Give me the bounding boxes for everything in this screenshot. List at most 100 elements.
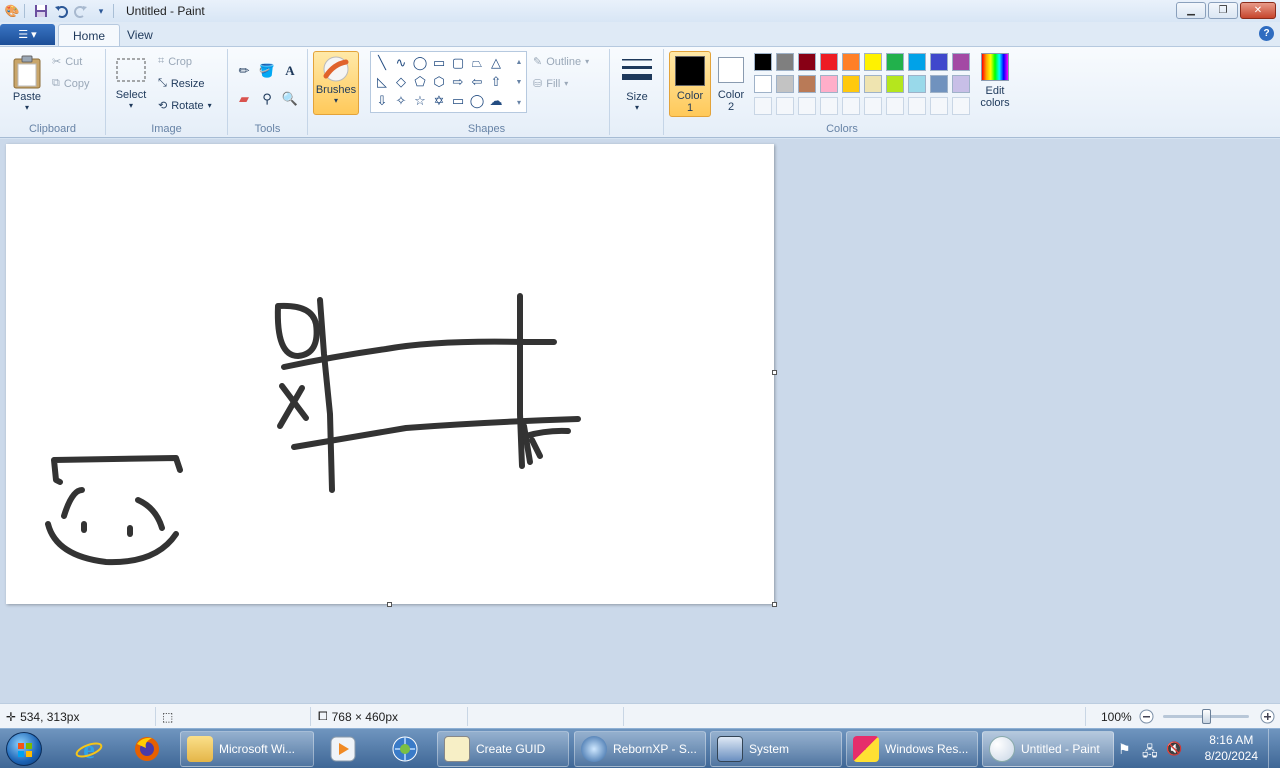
shapes-scroll-down-icon[interactable]: ▼ <box>513 73 525 92</box>
line-shape-icon[interactable]: ╲ <box>373 54 391 72</box>
resize-handle-bottom[interactable] <box>387 602 392 607</box>
oval-shape-icon[interactable]: ◯ <box>411 54 429 72</box>
paint-menu-button[interactable]: ☰ ▾ <box>0 24 55 45</box>
resize-handle-right[interactable] <box>772 370 777 375</box>
color-swatch[interactable] <box>798 75 816 93</box>
undo-icon[interactable] <box>53 3 69 19</box>
firefox-icon[interactable] <box>122 731 172 767</box>
custom-color-slot[interactable] <box>820 97 838 115</box>
color-swatch[interactable] <box>886 75 904 93</box>
curve-shape-icon[interactable]: ∿ <box>392 54 410 72</box>
color-swatch[interactable] <box>952 75 970 93</box>
paint-app-icon[interactable]: 🎨 <box>4 3 20 19</box>
color-swatch[interactable] <box>798 53 816 71</box>
pencil-icon[interactable]: ✏ <box>234 61 254 81</box>
action-center-flag-icon[interactable]: ⚑ <box>1118 741 1131 758</box>
minimize-button[interactable]: ▁ <box>1176 2 1206 19</box>
custom-color-slot[interactable] <box>754 97 772 115</box>
magnifier-icon[interactable]: 🔍 <box>280 89 300 109</box>
fill-button[interactable]: ⛁ Fill ▾ <box>533 77 568 91</box>
custom-color-slot[interactable] <box>864 97 882 115</box>
rectangle-shape-icon[interactable]: ▭ <box>430 54 448 72</box>
custom-color-slot[interactable] <box>930 97 948 115</box>
cloud-callout-shape-icon[interactable]: ☁ <box>487 92 505 110</box>
up-arrow-shape-icon[interactable]: ⇧ <box>487 73 505 91</box>
network-globe-icon[interactable] <box>380 731 430 767</box>
clock[interactable]: 8:16 AM 8/20/2024 <box>1205 732 1258 764</box>
color-swatch[interactable] <box>776 75 794 93</box>
color-swatch[interactable] <box>820 75 838 93</box>
save-icon[interactable] <box>33 3 49 19</box>
outline-button[interactable]: ✎ Outline ▾ <box>533 55 589 69</box>
diamond-shape-icon[interactable]: ◇ <box>392 73 410 91</box>
color-swatch[interactable] <box>754 75 772 93</box>
cut-button[interactable]: ✂ Cut <box>52 55 82 69</box>
zoom-slider[interactable] <box>1163 709 1249 724</box>
internet-explorer-icon[interactable]: e <box>64 731 114 767</box>
start-button[interactable] <box>6 732 42 766</box>
resize-handle-corner[interactable] <box>772 602 777 607</box>
redo-icon[interactable] <box>73 3 89 19</box>
media-player-icon[interactable] <box>318 731 368 767</box>
custom-color-slot[interactable] <box>886 97 904 115</box>
taskbar-item-explorer[interactable]: Microsoft Wi... <box>180 731 314 767</box>
color-swatch[interactable] <box>754 53 772 71</box>
rotate-button[interactable]: ⟲ Rotate ▾ <box>158 99 212 113</box>
rounded-callout-shape-icon[interactable]: ▭ <box>449 92 467 110</box>
brushes-button[interactable]: Brushes ▾ <box>313 51 359 115</box>
right-triangle-shape-icon[interactable]: ◺ <box>373 73 391 91</box>
zoom-out-icon[interactable] <box>1139 704 1154 729</box>
color2-button[interactable]: Color 2 <box>713 51 749 117</box>
select-button[interactable]: Select ▾ <box>114 57 148 110</box>
fill-bucket-icon[interactable]: 🪣 <box>257 61 277 81</box>
help-icon[interactable]: ? <box>1259 26 1274 41</box>
color-swatch[interactable] <box>930 75 948 93</box>
paste-button[interactable]: Paste ▾ <box>8 55 46 112</box>
text-tool-icon[interactable]: A <box>280 61 300 81</box>
shapes-scroll-up-icon[interactable]: ▲ <box>513 53 525 72</box>
hexagon-shape-icon[interactable]: ⬡ <box>430 73 448 91</box>
color-swatch[interactable] <box>908 53 926 71</box>
color-swatch[interactable] <box>864 53 882 71</box>
custom-color-slot[interactable] <box>952 97 970 115</box>
five-point-star-shape-icon[interactable]: ☆ <box>411 92 429 110</box>
resize-button[interactable]: ⤡ Resize <box>158 77 204 90</box>
custom-color-slot[interactable] <box>776 97 794 115</box>
network-icon[interactable]: 🖧 <box>1142 741 1158 765</box>
zoom-slider-thumb[interactable] <box>1202 709 1211 724</box>
color-picker-icon[interactable]: ⚲ <box>257 89 277 109</box>
custom-color-slot[interactable] <box>908 97 926 115</box>
show-desktop-button[interactable] <box>1268 729 1280 768</box>
rounded-rectangle-shape-icon[interactable]: ▢ <box>449 54 467 72</box>
zoom-in-icon[interactable] <box>1260 704 1275 729</box>
taskbar-item-rebornxp[interactable]: RebornXP - S... <box>574 731 706 767</box>
tab-view[interactable]: View <box>113 24 167 46</box>
taskbar-item-create-guid[interactable]: Create GUID <box>437 731 569 767</box>
down-arrow-shape-icon[interactable]: ⇩ <box>373 92 391 110</box>
volume-muted-icon[interactable]: 🔇 <box>1166 741 1182 757</box>
color-swatch[interactable] <box>952 53 970 71</box>
triangle-shape-icon[interactable]: △ <box>487 54 505 72</box>
color-swatch[interactable] <box>930 53 948 71</box>
taskbar-item-system[interactable]: System <box>710 731 842 767</box>
right-arrow-shape-icon[interactable]: ⇨ <box>449 73 467 91</box>
color-swatch[interactable] <box>886 53 904 71</box>
customize-toolbar-chevron-icon[interactable]: ▾ <box>93 3 109 19</box>
pentagon-shape-icon[interactable]: ⬠ <box>411 73 429 91</box>
eraser-icon[interactable]: ▰ <box>234 89 254 109</box>
close-button[interactable]: ✕ <box>1240 2 1276 19</box>
size-button[interactable]: Size ▾ <box>618 55 656 112</box>
edit-colors-button[interactable]: Edit colors <box>975 53 1015 115</box>
taskbar-item-paint[interactable]: Untitled - Paint <box>982 731 1114 767</box>
color-swatch[interactable] <box>842 75 860 93</box>
left-arrow-shape-icon[interactable]: ⇦ <box>468 73 486 91</box>
oval-callout-shape-icon[interactable]: ◯ <box>468 92 486 110</box>
copy-button[interactable]: ⧉ Copy <box>52 77 90 90</box>
color-swatch[interactable] <box>864 75 882 93</box>
color-swatch[interactable] <box>908 75 926 93</box>
shapes-expand-icon[interactable]: ▾ <box>513 93 525 112</box>
color1-button[interactable]: Color 1 <box>669 51 711 117</box>
color-swatch[interactable] <box>776 53 794 71</box>
color-swatch[interactable] <box>820 53 838 71</box>
drawing-canvas[interactable] <box>6 144 777 607</box>
